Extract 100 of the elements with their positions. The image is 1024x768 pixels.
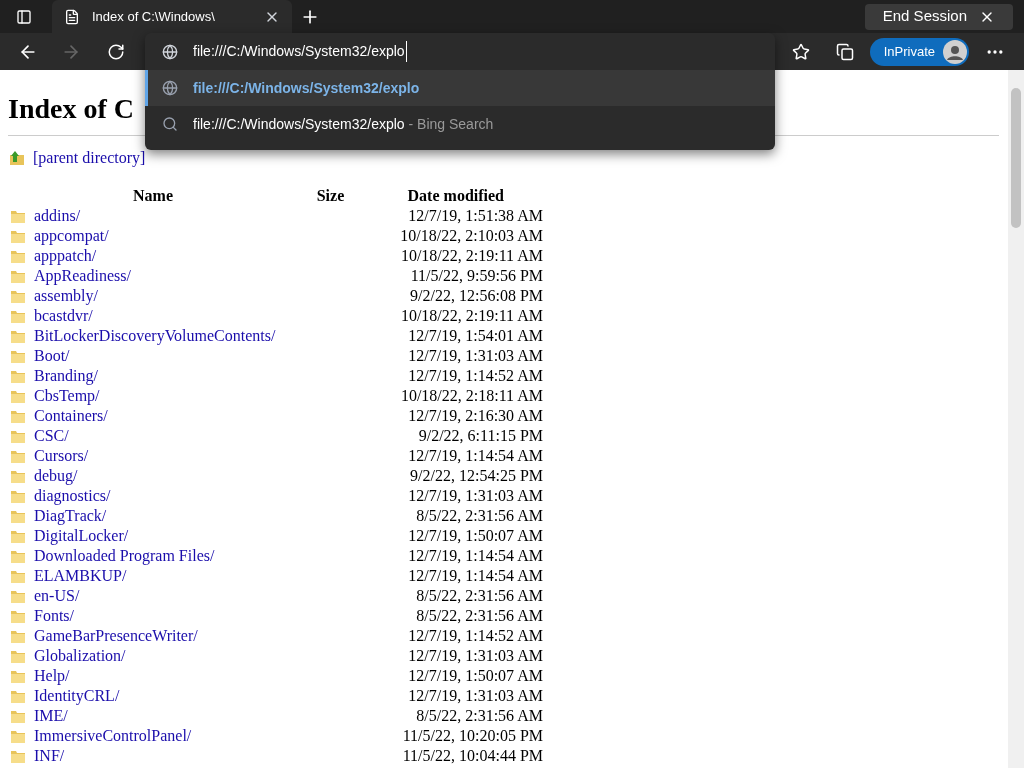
folder-link[interactable]: Help/	[34, 666, 70, 686]
folder-link[interactable]: IME/	[34, 706, 68, 726]
suggestion-item[interactable]: file:///C:/Windows/System32/explo	[145, 70, 775, 106]
folder-link[interactable]: Fonts/	[34, 606, 74, 626]
folder-icon	[10, 528, 26, 544]
date-cell: 12/7/19, 1:31:03 AM	[408, 647, 543, 664]
folder-icon	[10, 568, 26, 584]
folder-link[interactable]: debug/	[34, 466, 78, 486]
page-icon	[64, 8, 80, 25]
date-cell: 8/5/22, 2:31:56 AM	[416, 587, 543, 604]
folder-icon	[10, 328, 26, 344]
date-cell: 12/7/19, 1:54:01 AM	[408, 327, 543, 344]
folder-icon	[10, 348, 26, 364]
date-cell: 12/7/19, 1:14:52 AM	[408, 627, 543, 644]
folder-icon	[10, 268, 26, 284]
date-cell: 12/7/19, 1:14:52 AM	[408, 367, 543, 384]
folder-link[interactable]: INF/	[34, 746, 65, 766]
folder-icon	[10, 748, 26, 764]
column-header: Size	[315, 186, 346, 206]
folder-link[interactable]: Boot/	[34, 346, 70, 366]
folder-link[interactable]: en-US/	[34, 586, 80, 606]
folder-icon	[10, 648, 26, 664]
date-cell: 12/7/19, 1:50:07 AM	[408, 527, 543, 544]
folder-link[interactable]: Containers/	[34, 406, 108, 426]
folder-link[interactable]: CSC/	[34, 426, 69, 446]
folder-icon	[10, 728, 26, 744]
search-icon	[162, 116, 178, 132]
tab-actions-icon[interactable]	[16, 8, 32, 25]
folder-icon	[10, 708, 26, 724]
folder-link[interactable]: ImmersiveControlPanel/	[34, 726, 192, 746]
end-session-button[interactable]: End Session	[864, 3, 1013, 30]
folder-icon	[10, 508, 26, 524]
folder-icon	[10, 308, 26, 324]
date-cell: 10/18/22, 2:19:11 AM	[400, 247, 543, 264]
date-cell: 10/18/22, 2:18:11 AM	[400, 387, 543, 404]
date-cell: 8/5/22, 2:31:56 AM	[416, 607, 543, 624]
folder-link[interactable]: Downloaded Program Files/	[34, 546, 215, 566]
folder-link[interactable]: CbsTemp/	[34, 386, 100, 406]
avatar-icon	[943, 39, 967, 64]
browser-tab[interactable]: Index of C:\Windows\	[52, 0, 292, 33]
date-cell: 8/5/22, 2:31:56 AM	[416, 507, 543, 524]
favorites-icon[interactable]	[791, 42, 810, 61]
folder-icon	[10, 688, 26, 704]
folder-link[interactable]: bcastdvr/	[34, 306, 93, 326]
folder-icon	[10, 428, 26, 444]
folder-icon	[10, 628, 26, 644]
folder-icon	[10, 208, 26, 224]
folder-link[interactable]: appcompat/	[34, 226, 109, 246]
globe-icon	[162, 80, 178, 96]
folder-link[interactable]: IdentityCRL/	[34, 686, 120, 706]
address-field[interactable]: file:///C:/Windows/System32/explo	[145, 33, 775, 70]
date-cell: 9/2/22, 6:11:15 PM	[418, 427, 543, 444]
date-cell: 11/5/22, 10:04:44 PM	[402, 747, 543, 764]
folder-link[interactable]: Globalization/	[34, 646, 126, 666]
folder-link[interactable]: Branding/	[34, 366, 98, 386]
date-cell: 9/2/22, 12:54:25 PM	[410, 467, 543, 484]
folder-link[interactable]: DiagTrack/	[34, 506, 107, 526]
scrollbar[interactable]	[1008, 70, 1024, 768]
date-cell: 11/5/22, 9:59:56 PM	[410, 267, 543, 284]
date-cell: 12/7/19, 1:14:54 AM	[408, 567, 543, 584]
date-cell: 9/2/22, 12:56:08 PM	[410, 287, 543, 304]
date-cell: 12/7/19, 1:50:07 AM	[408, 667, 543, 684]
column-header: Name	[132, 186, 174, 206]
date-cell: 12/7/19, 1:31:03 AM	[408, 487, 543, 504]
parent-directory-link[interactable]: [parent directory]	[33, 148, 146, 168]
globe-icon	[162, 43, 178, 60]
suggestion-item[interactable]: file:///C:/Windows/System32/explo - Bing Search	[145, 106, 775, 142]
folder-icon	[10, 388, 26, 404]
folder-link[interactable]: addins/	[34, 206, 81, 226]
folder-icon	[10, 668, 26, 684]
folder-icon	[10, 448, 26, 464]
folder-icon	[10, 368, 26, 384]
page-heading: Index of C	[8, 92, 134, 126]
folder-link[interactable]: apppatch/	[34, 246, 97, 266]
folder-link[interactable]: diagnostics/	[34, 486, 111, 506]
folder-icon	[10, 228, 26, 244]
date-cell: 10/18/22, 2:10:03 AM	[400, 227, 543, 244]
folder-icon	[10, 408, 26, 424]
folder-link[interactable]: GameBarPresenceWriter/	[34, 626, 198, 646]
up-folder-icon	[9, 150, 25, 166]
date-cell: 12/7/19, 1:31:03 AM	[408, 347, 543, 364]
refresh-icon[interactable]	[107, 42, 125, 61]
folder-icon	[10, 288, 26, 304]
folder-link[interactable]: BitLockerDiscoveryVolumeContents/	[34, 326, 276, 346]
folder-icon	[10, 468, 26, 484]
folder-icon	[10, 488, 26, 504]
folder-link[interactable]: assembly/	[34, 286, 98, 306]
collections-icon[interactable]	[835, 42, 854, 61]
date-cell: 12/7/19, 1:51:38 AM	[408, 207, 543, 224]
inprivate-button[interactable]: InPrivate	[869, 37, 969, 66]
folder-link[interactable]: AppReadiness/	[34, 266, 131, 286]
folder-icon	[10, 548, 26, 564]
folder-link[interactable]: DigitalLocker/	[34, 526, 129, 546]
date-cell: 12/7/19, 1:31:03 AM	[408, 687, 543, 704]
folder-icon	[10, 588, 26, 604]
folder-link[interactable]: ELAMBKUP/	[34, 566, 127, 586]
date-cell: 11/5/22, 10:20:05 PM	[402, 727, 543, 744]
date-cell: 12/7/19, 2:16:30 AM	[408, 407, 543, 424]
date-cell: 12/7/19, 1:14:54 AM	[408, 447, 543, 464]
folder-link[interactable]: Cursors/	[34, 446, 89, 466]
